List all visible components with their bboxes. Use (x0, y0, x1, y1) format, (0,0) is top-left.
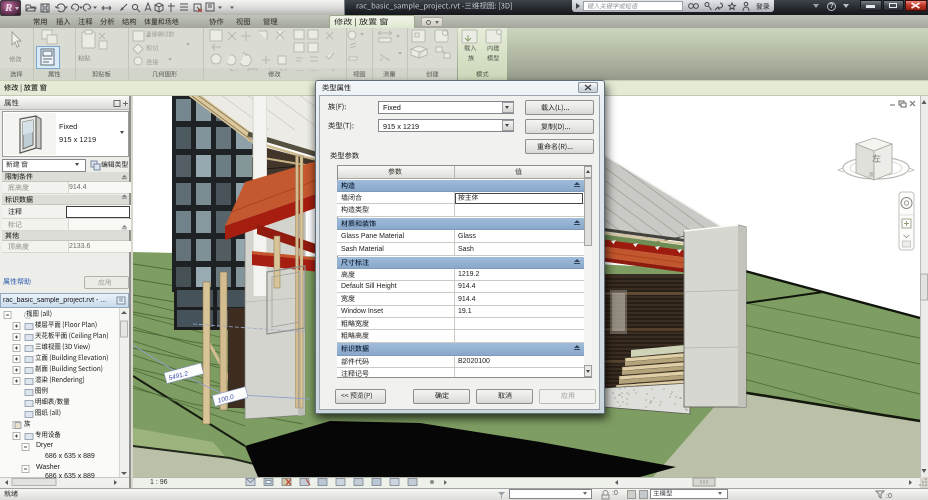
svg-text::0: :0 (886, 493, 892, 500)
